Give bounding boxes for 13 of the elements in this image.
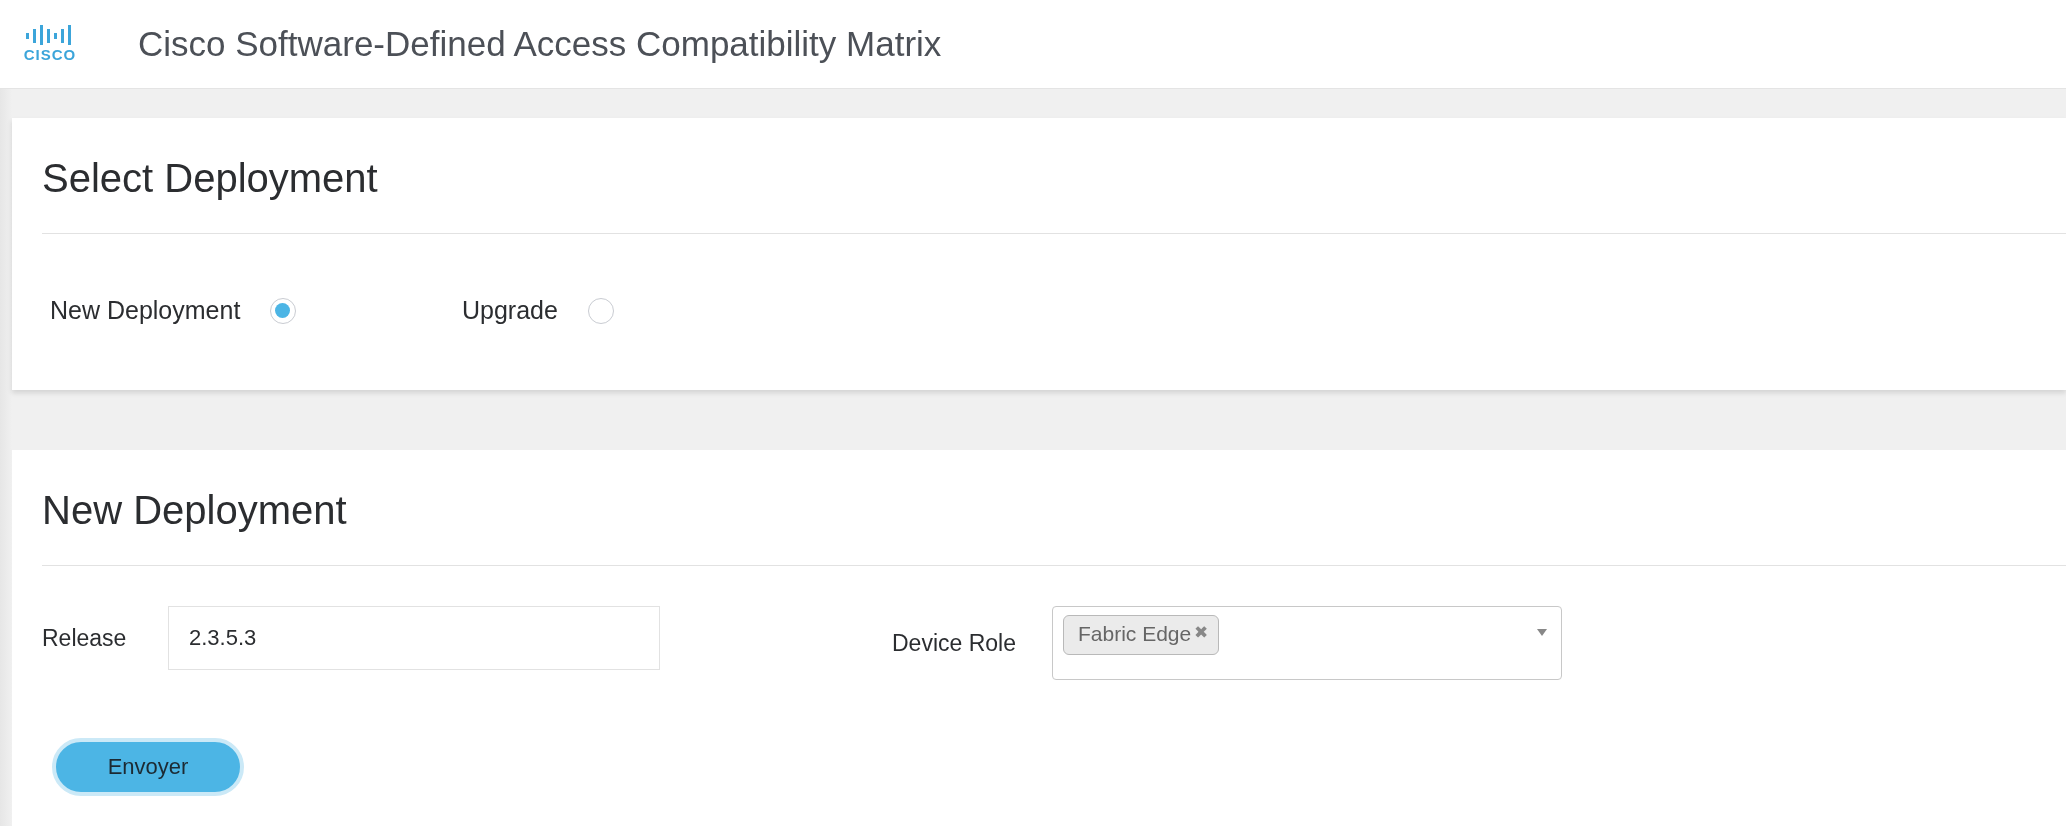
app-title: Cisco Software-Defined Access Compatibility Matrix <box>138 24 942 64</box>
section-heading: New Deployment <box>41 487 348 534</box>
tag-label: Fabric Edge <box>1078 622 1192 646</box>
section-heading: Select Deployment <box>41 155 379 202</box>
logo-text: CISCO <box>23 47 77 63</box>
radio-label: Upgrade <box>462 296 558 325</box>
radio-label: New Deployment <box>50 296 241 325</box>
caret-icon <box>1537 629 1547 636</box>
field-label: Release <box>42 624 128 652</box>
input-field[interactable]: 2.3.5.3 <box>168 606 660 670</box>
select-field[interactable]: Fabric Edge✖ <box>1052 606 1562 680</box>
submit-button[interactable]: Envoyer <box>52 738 244 796</box>
field-label: Device Role <box>892 629 1017 657</box>
